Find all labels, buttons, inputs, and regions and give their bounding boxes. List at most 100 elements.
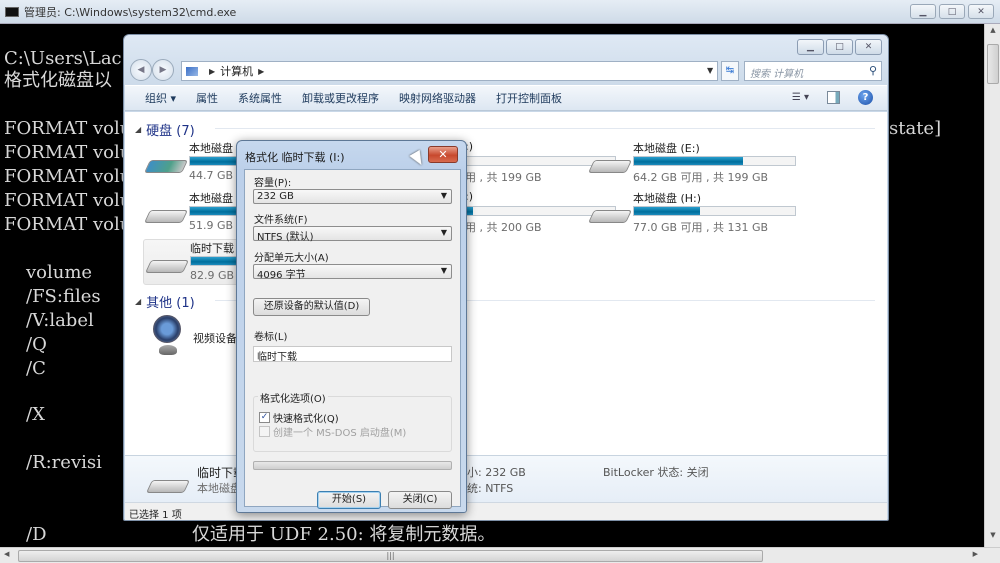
cmd-line: /X (26, 404, 45, 425)
filesystem-select[interactable]: NTFS (默认) ▼ (253, 226, 452, 243)
details-bitlocker-status: BitLocker 状态: 关闭 (603, 466, 709, 479)
cmd-vertical-scrollbar[interactable]: ▲ ▼ (984, 24, 1000, 547)
hard-drive-icon (587, 154, 633, 176)
forward-button[interactable]: ▶ (152, 59, 174, 81)
quick-format-label: 快速格式化(Q) (273, 414, 339, 425)
dialog-body: 容量(P): 232 GB ▼ 文件系统(F) NTFS (默认) ▼ 分配单元… (244, 169, 461, 509)
divider (215, 128, 875, 129)
dialog-close-button[interactable]: ✕ (428, 146, 458, 163)
group-label: 其他 (1) (146, 296, 195, 311)
cmd-line: volume (26, 262, 93, 283)
breadcrumb-computer[interactable]: 计算机 (220, 63, 253, 79)
drive-item[interactable]: 本地磁盘 (E:) 64.2 GB 可用 , 共 199 GB (587, 140, 827, 186)
quick-format-checkbox[interactable]: ✓ 快速格式化(Q) (259, 410, 339, 425)
drive-usage-fill (466, 207, 474, 215)
uninstall-program-button[interactable]: 卸载或更改程序 (302, 90, 379, 106)
cmd-line: FORMAT volu (4, 142, 132, 163)
dialog-title: 格式化 临时下载 (I:) (245, 151, 345, 164)
cmd-title: 管理员: C:\Windows\system32\cmd.exe (24, 5, 237, 19)
hard-drive-icon (143, 204, 189, 226)
organize-button[interactable]: 组织 ▾ (145, 90, 176, 106)
capacity-value: 232 GB (257, 191, 294, 202)
cmd-icon (5, 6, 19, 17)
capacity-select[interactable]: 232 GB ▼ (253, 189, 452, 204)
drive-usage-bar (633, 206, 796, 216)
properties-button[interactable]: 属性 (196, 90, 218, 106)
collapse-icon[interactable]: ◢ (135, 125, 141, 134)
cmd-horizontal-scrollbar[interactable]: ◀ ||| ▶ (0, 547, 1000, 563)
view-options-icon[interactable]: ☰ ▾ (792, 92, 809, 103)
cmd-line: 仅适用于 UDF 2.50: 将复制元数据。 (192, 524, 496, 545)
address-bar[interactable]: ▶ 计算机 ▶ (181, 61, 718, 81)
cmd-line: /Q (26, 334, 47, 355)
close-button[interactable]: 关闭(C) (388, 491, 452, 509)
chevron-right-icon[interactable]: ▶ (258, 67, 264, 76)
cmd-maximize-button[interactable]: □ (939, 4, 965, 19)
cmd-line: /V:label (26, 310, 94, 331)
drive-name: 本地磁盘 (E:) (633, 142, 700, 155)
drive-free-space: 51.9 GB (189, 219, 234, 232)
search-icon[interactable]: ⚲ (869, 64, 877, 77)
group-header-other[interactable]: ◢ 其他 (1) (135, 292, 875, 311)
explorer-maximize-button[interactable]: □ (826, 39, 853, 55)
format-dialog: 格式化 临时下载 (I:) ✕ 容量(P): 232 GB ▼ 文件系统(F) … (236, 140, 467, 513)
address-dropdown-icon[interactable]: ▼ (707, 66, 713, 75)
search-input[interactable]: 搜索 计算机 ⚲ (744, 61, 882, 81)
allocation-unit-value: 4096 字节 (257, 270, 306, 281)
drive-usage-fill (634, 157, 744, 165)
explorer-close-button[interactable]: ✕ (855, 39, 882, 55)
scroll-right-icon[interactable]: ▶ (973, 550, 978, 558)
hard-drive-icon (144, 254, 190, 276)
drive-item[interactable]: 本地磁盘 (H:) 77.0 GB 可用 , 共 131 GB (587, 190, 827, 236)
drive-free-space: 64.2 GB 可用 , 共 199 GB (633, 171, 769, 184)
back-button[interactable]: ◀ (130, 59, 152, 81)
drive-free-space: 82.9 GB (190, 269, 235, 282)
chevron-down-icon: ▼ (440, 266, 447, 275)
open-control-panel-button[interactable]: 打开控制面板 (496, 90, 562, 106)
scroll-left-icon[interactable]: ◀ (4, 550, 9, 558)
cmd-line: /C (26, 358, 46, 379)
group-header-hard-disks[interactable]: ◢ 硬盘 (7) (135, 120, 875, 139)
search-placeholder: 搜索 计算机 (750, 69, 804, 80)
system-properties-button[interactable]: 系统属性 (238, 90, 282, 106)
chevron-down-icon: ▼ (440, 191, 447, 200)
details-drive-type: 本地磁盘 (197, 482, 241, 495)
start-button[interactable]: 开始(S) (317, 491, 381, 509)
cmd-line: C:\Users\Lac (4, 48, 122, 69)
refresh-button[interactable]: ↹ (721, 61, 739, 81)
preview-pane-icon[interactable] (827, 91, 840, 104)
scroll-thumb[interactable]: ||| (18, 550, 763, 562)
volume-label-input[interactable]: 临时下载 (253, 346, 452, 363)
cmd-line: /D (26, 524, 47, 545)
cmd-minimize-button[interactable]: ▁ (910, 4, 936, 19)
scroll-thumb[interactable] (987, 44, 999, 84)
checkbox-icon (259, 426, 270, 437)
webcam-icon[interactable] (153, 315, 183, 357)
cmd-titlebar[interactable]: 管理员: C:\Windows\system32\cmd.exe ▁ □ ✕ (0, 0, 1000, 24)
help-icon[interactable]: ? (858, 90, 873, 105)
drive-name: 本地磁盘 (189, 192, 233, 205)
cmd-close-button[interactable]: ✕ (968, 4, 994, 19)
format-options-title: 格式化选项(O) (258, 390, 328, 405)
cmd-line: FORMAT volu (4, 118, 132, 139)
collapse-icon[interactable]: ◢ (135, 297, 141, 306)
filesystem-value: NTFS (默认) (257, 232, 314, 243)
cmd-line: state] (889, 118, 942, 139)
restore-defaults-button[interactable]: 还原设备的默认值(D) (253, 298, 370, 316)
video-device-label[interactable]: 视频设备 (193, 330, 237, 346)
computer-icon (186, 66, 198, 76)
allocation-unit-label: 分配单元大小(A) (254, 253, 329, 264)
checkmark-icon[interactable]: ✓ (259, 412, 270, 423)
explorer-minimize-button[interactable]: ▁ (797, 39, 824, 55)
scroll-down-icon[interactable]: ▼ (985, 531, 1000, 545)
scroll-up-icon[interactable]: ▲ (985, 26, 1000, 40)
msdos-boot-disk-label: 创建一个 MS-DOS 启动盘(M) (273, 428, 407, 439)
allocation-unit-select[interactable]: 4096 字节 ▼ (253, 264, 452, 281)
chevron-right-icon[interactable]: ▶ (209, 67, 215, 76)
cmd-line: FORMAT volu (4, 190, 132, 211)
group-label: 硬盘 (7) (146, 124, 195, 139)
cmd-line: /R:revisi (26, 452, 102, 473)
cmd-line: 格式化磁盘以 (4, 70, 112, 91)
map-network-drive-button[interactable]: 映射网络驱动器 (399, 90, 476, 106)
drive-name: 本地磁盘 (H:) (633, 192, 702, 205)
